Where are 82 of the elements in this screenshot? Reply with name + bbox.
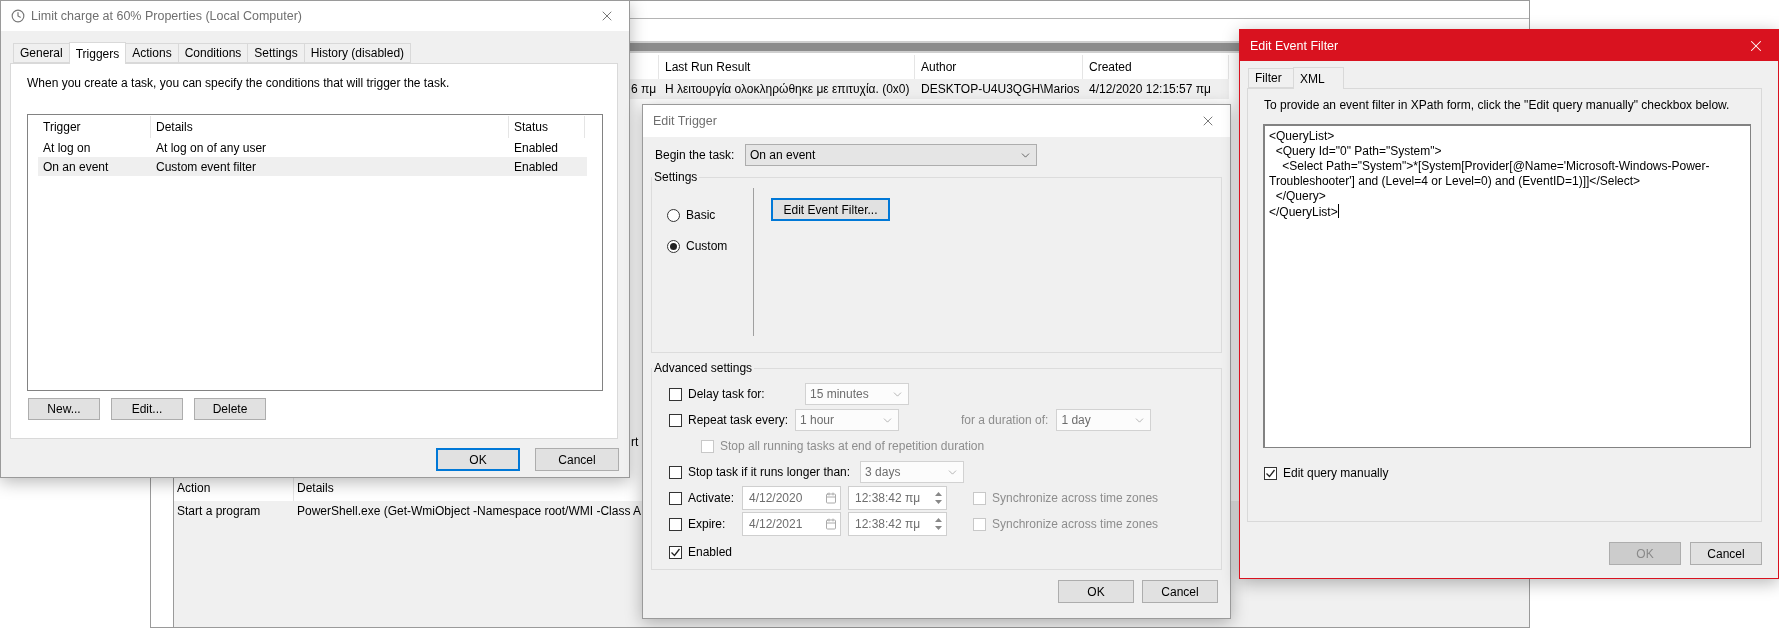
checkbox-label: Edit query manually [1283, 466, 1389, 480]
window-title: Edit Trigger [653, 114, 718, 128]
column-header[interactable]: Details [151, 116, 509, 138]
dialog-button[interactable]: Cancel [1142, 580, 1218, 603]
checkbox[interactable] [669, 413, 682, 427]
tab-label: rt [631, 435, 639, 451]
window-title: Limit charge at 60% Properties (Local Computer) [31, 9, 303, 23]
checkbox-label: Stop all running tasks at end of repetition duration [720, 439, 985, 453]
calendar-icon [825, 518, 837, 530]
dropdown[interactable]: 15 minutes [805, 383, 909, 405]
list-button[interactable]: Delete [194, 398, 266, 420]
radio-button[interactable] [667, 239, 680, 253]
tab[interactable]: General [13, 43, 70, 63]
table-cell: Η λειτουργία ολοκληρώθηκε με επιτυχία. (0x0) [659, 79, 915, 99]
clock-icon [11, 9, 25, 23]
checkbox[interactable] [669, 491, 682, 505]
spinner-icon [934, 516, 943, 532]
radio-button[interactable] [667, 208, 680, 222]
window-title: Edit Event Filter [1250, 38, 1340, 53]
tab[interactable]: Settings [247, 43, 305, 63]
tab[interactable]: Filter [1248, 68, 1294, 88]
table-row[interactable]: On an event Custom event filter Enabled [38, 157, 587, 176]
spinner-icon [934, 490, 943, 506]
xml-query-field[interactable]: <QueryList> <Query Id="0" Path="System"> <Select Path="System">*[System[Provider[@Name='Microsoft-Windows-Power-Troubleshooter'] and (Level=4 or Level=0) and (EventID=1)]]</Select> </Query> </QueryList> [1263, 124, 1751, 448]
table-cell: 6 πμ [629, 79, 659, 99]
dialog-button[interactable]: OK [1058, 580, 1134, 603]
dropdown[interactable]: 1 day [1056, 409, 1152, 431]
checkbox[interactable] [1264, 466, 1277, 480]
table-cell-text: At log on of any user [155, 139, 268, 157]
tab[interactable]: Actions [125, 43, 179, 63]
edit-event-filter-button[interactable]: Edit Event Filter... [771, 198, 890, 221]
instruction-text: To provide an event filter in XPath form, click the "Edit query manually" checkbox below. [1264, 98, 1731, 112]
checkbox-label: Enabled [688, 545, 733, 559]
list-button[interactable]: New... [28, 398, 100, 420]
checkbox[interactable] [669, 465, 682, 479]
radio-label: Basic [686, 208, 716, 222]
tab[interactable]: History (disabled) [303, 43, 412, 63]
tab[interactable]: XML [1293, 67, 1344, 89]
checkbox-label: Repeat task every: [688, 413, 790, 427]
dialog-button[interactable]: Cancel [535, 448, 619, 471]
table-cell-text: At log on [42, 139, 92, 157]
list-button[interactable]: Edit... [111, 398, 183, 420]
dropdown[interactable]: 1 hour [795, 409, 899, 431]
table-cell: DESKTOP-U4U3QGH\Marios [915, 79, 1083, 99]
checkbox-label: Activate: [688, 491, 736, 505]
field-label: for a duration of: [961, 413, 1049, 427]
time-field[interactable]: 12:38:42 πμ [848, 486, 947, 510]
dialog-button[interactable]: OK [436, 448, 520, 471]
dropdown[interactable]: 3 days [860, 461, 965, 483]
column-header[interactable]: Status [509, 116, 585, 138]
checkbox-label: Expire: [688, 517, 727, 531]
checkbox-label: Stop task if it runs longer than: [688, 465, 851, 479]
time-field[interactable]: 12:38:42 πμ [848, 512, 947, 536]
table-cell: 4/12/2020 12:15:57 πμ [1083, 79, 1229, 99]
table-cell-text: Enabled [513, 139, 560, 157]
checkbox-label: Synchronize across time zones [992, 517, 1159, 531]
table-cell-text: Start a program [176, 503, 262, 520]
tab[interactable]: Conditions [177, 43, 249, 63]
description-text: When you create a task, you can specify the conditions that will trigger the task. [27, 76, 451, 90]
calendar-icon [825, 492, 837, 504]
field-label: Begin the task: [655, 148, 736, 162]
column-header[interactable]: Trigger [38, 116, 151, 138]
text-cursor [1337, 204, 1339, 218]
checkbox-label: Synchronize across time zones [992, 491, 1159, 505]
group-label: Advanced settings [653, 361, 754, 375]
tab[interactable]: Triggers [68, 42, 127, 64]
group-label: Settings [653, 170, 699, 184]
checkbox[interactable] [669, 517, 682, 531]
radio-label: Custom [686, 239, 728, 253]
table-cell-text: Custom event filter [155, 158, 258, 176]
table-cell-text: Enabled [513, 158, 560, 176]
dialog-button: OK [1609, 542, 1681, 565]
checkbox[interactable] [669, 387, 682, 401]
dropdown[interactable]: On an event [745, 144, 1037, 166]
checkbox[interactable] [669, 545, 682, 559]
table-cell-text: On an event [42, 158, 110, 176]
date-field[interactable]: 4/12/2020 [742, 486, 841, 510]
table-cell-text: PowerShell.exe (Get-WmiObject -Namespace root/WMI -Class A [296, 503, 643, 520]
dialog-button[interactable]: Cancel [1690, 542, 1762, 565]
table-row[interactable]: At log on At log on of any user Enabled [38, 138, 587, 157]
date-field[interactable]: 4/12/2021 [742, 512, 841, 536]
checkbox-label: Delay task for: [688, 387, 766, 401]
